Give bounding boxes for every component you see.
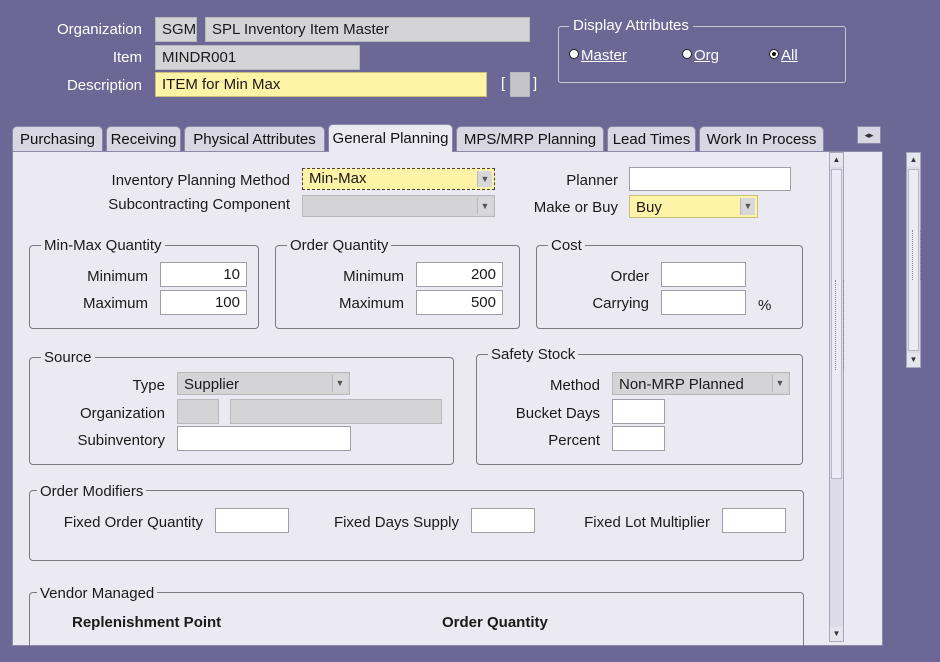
radio-all-icon <box>769 49 779 60</box>
organization-code-field: SGM <box>155 17 197 42</box>
organization-name-field: SPL Inventory Item Master <box>205 17 530 42</box>
bucket-days-label: Bucket Days <box>515 405 600 422</box>
source-type-select[interactable]: Supplier ▼ <box>177 372 350 395</box>
fixed-lot-multiplier-field[interactable] <box>722 508 786 533</box>
window-bottom-edge <box>0 646 940 662</box>
make-or-buy-label: Make or Buy <box>533 199 618 216</box>
replenishment-point-heading: Replenishment Point <box>72 614 222 631</box>
description-field[interactable]: ITEM for Min Max <box>155 72 487 97</box>
percent-sign: % <box>758 297 772 314</box>
cost-title: Cost <box>548 237 585 254</box>
radio-master[interactable]: Master <box>569 47 627 64</box>
inventory-planning-method-value: Min-Max <box>309 170 367 187</box>
bracket-close: ] <box>533 75 538 92</box>
tab-mps-mrp-planning[interactable]: MPS/MRP Planning <box>456 126 604 152</box>
window-vertical-scrollbar[interactable]: ▲ ▼ <box>906 152 921 368</box>
percent-label: Percent <box>548 432 600 449</box>
order-quantity-maximum-field[interactable]: 500 <box>416 290 503 315</box>
flexfield-button[interactable] <box>510 72 530 97</box>
chevron-down-icon: ▼ <box>477 198 492 214</box>
item-field[interactable]: MINDR001 <box>155 45 360 70</box>
cost-carrying-field[interactable] <box>661 290 746 315</box>
subcontracting-component-label: Subcontracting Component <box>108 196 290 213</box>
source-organization-code-field[interactable] <box>177 399 219 424</box>
cost-group <box>536 245 803 329</box>
panel-scroll-thumb[interactable] <box>831 169 844 479</box>
subinventory-label: Subinventory <box>77 432 165 449</box>
tab-general-planning[interactable]: General Planning <box>328 124 453 152</box>
make-or-buy-select[interactable]: Buy ▼ <box>629 195 758 218</box>
percent-field[interactable] <box>612 426 665 451</box>
source-title: Source <box>41 349 95 366</box>
radio-master-icon <box>569 49 579 60</box>
item-label: Item <box>112 49 142 66</box>
chevron-down-icon: ▼ <box>332 375 347 392</box>
subinventory-field[interactable] <box>177 426 351 451</box>
safety-stock-title: Safety Stock <box>488 346 579 363</box>
cost-order-label: Order <box>610 268 649 285</box>
window-scroll-thumb[interactable] <box>908 169 921 351</box>
description-label: Description <box>66 77 142 94</box>
source-organization-name-field <box>230 399 442 424</box>
order-quantity-maximum-label: Maximum <box>338 295 404 312</box>
chevron-down-icon: ▼ <box>772 375 787 392</box>
grip-icon <box>835 280 844 370</box>
min-max-minimum-label: Minimum <box>87 268 148 285</box>
inventory-planning-method-label: Inventory Planning Method <box>111 172 290 189</box>
order-quantity-title: Order Quantity <box>287 237 392 254</box>
order-modifiers-title: Order Modifiers <box>37 483 147 500</box>
fixed-order-quantity-field[interactable] <box>215 508 289 533</box>
tab-work-in-process[interactable]: Work In Process <box>699 126 824 152</box>
left-right-arrows-icon[interactable]: ◂▸ <box>857 126 881 144</box>
display-attributes-title: Display Attributes <box>569 17 693 34</box>
radio-all[interactable]: All <box>769 47 798 64</box>
safety-stock-method-value: Non-MRP Planned <box>619 376 744 393</box>
source-type-label: Type <box>132 377 165 394</box>
tab-receiving[interactable]: Receiving <box>106 126 181 152</box>
inventory-planning-method-select[interactable]: Min-Max ▼ <box>302 168 495 190</box>
fixed-days-supply-field[interactable] <box>471 508 535 533</box>
subcontracting-component-select[interactable]: ▼ <box>302 195 495 217</box>
source-type-value: Supplier <box>184 376 240 393</box>
cost-order-field[interactable] <box>661 262 746 287</box>
fixed-lot-multiplier-label: Fixed Lot Multiplier <box>584 514 710 531</box>
safety-stock-method-label: Method <box>549 377 600 394</box>
scroll-up-icon[interactable]: ▲ <box>830 153 843 167</box>
radio-org[interactable]: Org <box>682 47 719 64</box>
radio-org-icon <box>682 49 692 60</box>
panel-vertical-scrollbar[interactable]: ▲ ▼ <box>829 152 844 642</box>
chevron-down-icon: ▼ <box>477 171 492 187</box>
min-max-quantity-group <box>29 245 259 329</box>
vendor-managed-title: Vendor Managed <box>37 585 158 602</box>
fixed-order-quantity-label: Fixed Order Quantity <box>63 514 203 531</box>
order-quantity-minimum-field[interactable]: 200 <box>416 262 503 287</box>
tab-purchasing[interactable]: Purchasing <box>12 126 103 152</box>
bucket-days-field[interactable] <box>612 399 665 424</box>
safety-stock-method-select[interactable]: Non-MRP Planned ▼ <box>612 372 790 395</box>
min-max-maximum-label: Maximum <box>82 295 148 312</box>
scroll-up-icon[interactable]: ▲ <box>907 153 920 167</box>
make-or-buy-value: Buy <box>636 199 662 216</box>
planner-field[interactable] <box>629 167 791 191</box>
order-quantity-group <box>275 245 520 329</box>
grip-icon <box>912 230 921 280</box>
scroll-down-icon[interactable]: ▼ <box>830 627 843 641</box>
scroll-down-icon[interactable]: ▼ <box>907 353 920 367</box>
min-max-minimum-field[interactable]: 10 <box>160 262 247 287</box>
cost-carrying-label: Carrying <box>592 295 649 312</box>
tab-lead-times[interactable]: Lead Times <box>607 126 696 152</box>
min-max-maximum-field[interactable]: 100 <box>160 290 247 315</box>
tab-physical-attributes[interactable]: Physical Attributes <box>184 126 325 152</box>
order-quantity-heading: Order Quantity <box>442 614 548 631</box>
fixed-days-supply-label: Fixed Days Supply <box>333 514 459 531</box>
source-organization-label: Organization <box>79 405 165 422</box>
bracket-open: [ <box>501 75 506 92</box>
order-quantity-minimum-label: Minimum <box>343 268 404 285</box>
organization-label: Organization <box>56 21 142 38</box>
chevron-down-icon: ▼ <box>740 198 755 215</box>
min-max-quantity-title: Min-Max Quantity <box>41 237 165 254</box>
planner-label: Planner <box>566 172 618 189</box>
